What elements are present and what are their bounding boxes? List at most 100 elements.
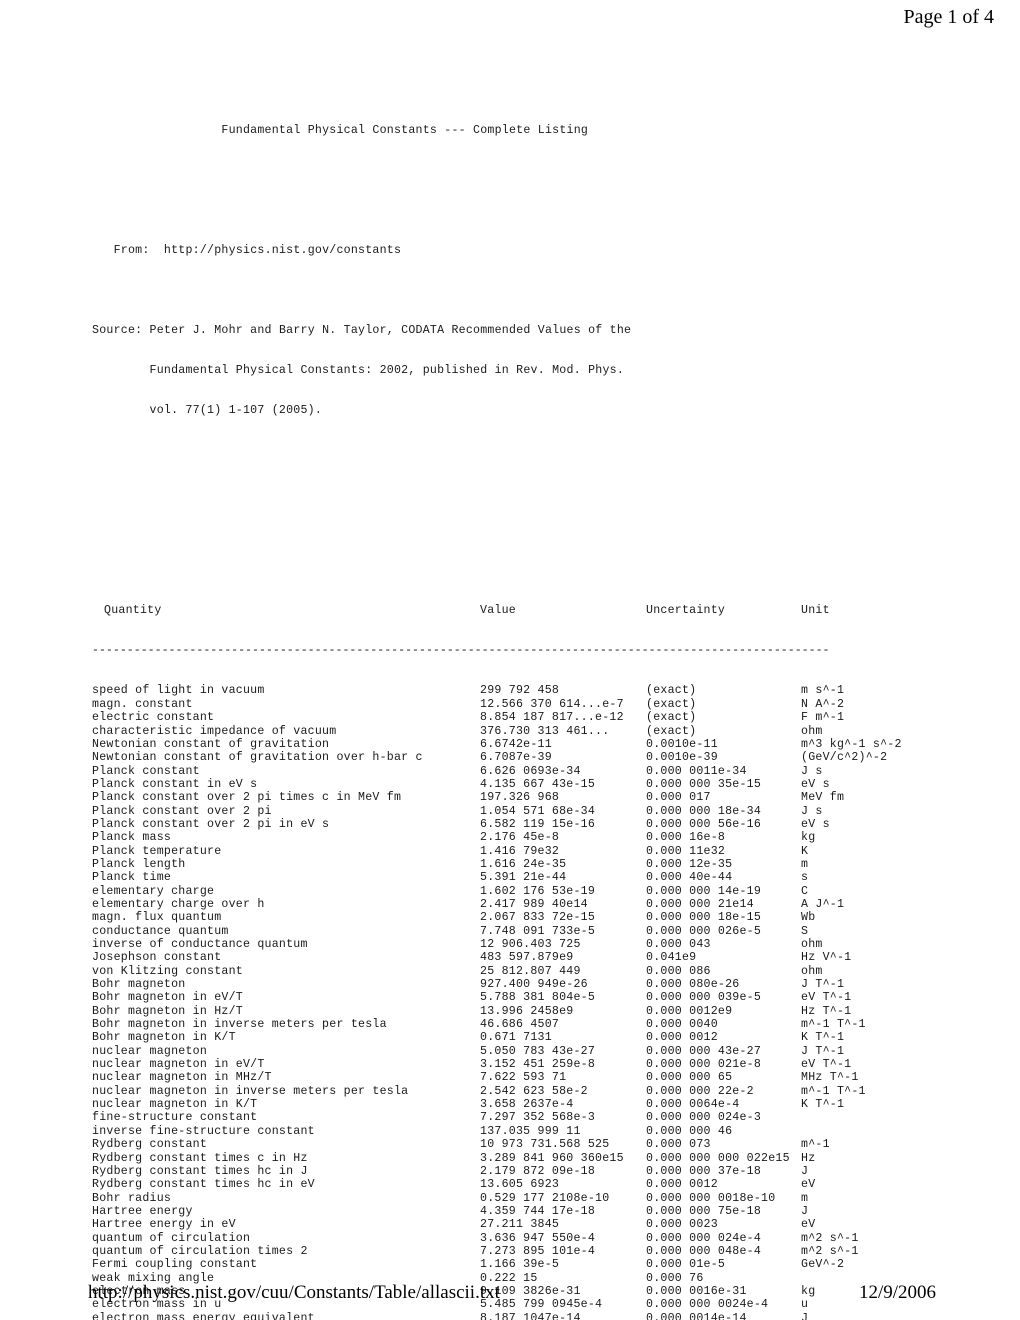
cell-unit: m^2 s^-1 [801,1231,859,1245]
table-row: Rydberg constant times hc in eV 13.605 69… [92,1178,992,1191]
cell-uncertainty: 0.000 000 18e-15 [646,911,762,925]
cell-value: 1.054 571 68e-34 [480,804,596,818]
cell-quantity: quantum of circulation times 2 [92,1244,308,1258]
cell-uncertainty: (exact) [646,684,697,698]
table-row: Rydberg constant 10 973 731.568 525 0.000 … [92,1138,992,1151]
table-row: Bohr magneton 927.400 949e-26 0.000 080e-2… [92,978,992,991]
cell-unit: eV [801,1178,816,1192]
table-row: Planck time 5.391 21e-44 0.000 40e-44 s [92,871,992,884]
cell-value: 12 906.403 725 [480,938,581,951]
table-row: quantum of circulation times 2 7.273 895 … [92,1245,992,1258]
from-url: http://physics.nist.gov/constants [163,244,402,258]
cell-value: 6.6742e-11 [480,737,552,751]
cell-quantity: Planck constant over 2 pi times c in MeV… [92,791,402,805]
cell-unit: Wb [801,911,816,925]
cell-unit: MHz T^-1 [801,1071,859,1085]
cell-quantity: Planck mass [92,831,172,845]
printed-page: Page 1 of 4 Fundamental Physical Constan… [0,0,1020,1320]
cell-uncertainty: 0.000 0011e-34 [646,764,747,778]
cell-unit: J T^-1 [801,1044,845,1058]
cell-unit: s [801,871,809,885]
cell-unit: (GeV/c^2)^-2 [801,751,888,765]
cell-unit: J s [801,804,823,818]
cell-unit: m^-1 T^-1 [801,1018,866,1032]
table-row: electron mass energy equivalent 8.187 104… [92,1312,992,1320]
cell-unit: m [801,1191,809,1205]
cell-unit: J s [801,764,823,778]
cell-value: 12.566 370 614...e-7 [480,697,624,711]
cell-uncertainty: 0.000 0014e-14 [646,1311,747,1320]
table-row: magn. constant 12.566 370 614...e-7 (exact… [92,698,992,711]
cell-unit: J T^-1 [801,978,845,992]
table-row: fine-structure constant 7.297 352 568e-3 0… [92,1111,992,1124]
cell-quantity: Planck constant over 2 pi in eV s [92,817,330,831]
source-line-3: vol. 77(1) 1-107 (2005). [149,404,323,418]
cell-unit: K T^-1 [801,1031,845,1045]
cell-quantity: Bohr magneton in Hz/T [92,1004,243,1018]
table-row: Planck temperature 1.416 79e32 0.000 11e32… [92,845,992,858]
cell-quantity: Rydberg constant times hc in J [92,1164,308,1178]
table-row: Planck mass 2.176 45e-8 0.000 16e-8 kg [92,831,992,844]
cell-unit: K [801,844,809,858]
cell-uncertainty: 0.000 0012e9 [646,1004,733,1018]
cell-unit: S [801,924,809,938]
table-rows: speed of light in vacuum 299 792 458 (exac… [92,684,992,1320]
cell-uncertainty: 0.000 000 039e-5 [646,991,762,1005]
column-header-value: Value [480,604,516,618]
cell-unit: GeV^-2 [801,1258,845,1272]
cell-quantity: nuclear magneton in K/T [92,1098,258,1112]
cell-quantity: Hartree energy in eV [92,1218,236,1232]
table-row: inverse fine-structure constant 137.035 9… [92,1125,992,1138]
cell-quantity: elementary charge [92,884,215,898]
cell-unit: ohm [801,938,823,951]
cell-quantity: electric constant [92,711,215,725]
source-line-2: Fundamental Physical Constants: 2002, pu… [149,364,625,378]
table-header-row: Quantity Value Uncertainty Unit [92,604,992,617]
cell-unit: ohm [801,724,823,738]
cell-quantity: Bohr magneton [92,978,186,992]
cell-quantity: nuclear magneton in eV/T [92,1058,265,1072]
cell-unit: m^-1 [801,1138,830,1152]
cell-unit: Hz [801,1151,816,1165]
cell-uncertainty: 0.000 043 [646,938,711,951]
cell-quantity: conductance quantum [92,924,229,938]
cell-quantity: von Klitzing constant [92,964,243,978]
cell-value: 137.035 999 11 [480,1124,581,1138]
cell-value: 13.605 6923 [480,1178,560,1192]
cell-uncertainty: 0.000 000 048e-4 [646,1244,762,1258]
table-row: speed of light in vacuum 299 792 458 (exac… [92,684,992,697]
table-row: nuclear magneton in MHz/T 7.622 593 71 0.0… [92,1071,992,1084]
from-line: From: http://physics.nist.gov/constants [92,244,992,257]
table-row: Newtonian constant of gravitation 6.6742e… [92,738,992,751]
cell-uncertainty: 0.000 000 021e-8 [646,1058,762,1072]
cell-uncertainty: 0.000 000 35e-15 [646,777,762,791]
cell-value: 25 812.807 449 [480,964,581,978]
cell-value: 0.671 7131 [480,1031,552,1045]
table-row: Bohr magneton in inverse meters per tesl… [92,1018,992,1031]
cell-uncertainty: 0.000 073 [646,1138,711,1152]
cell-uncertainty: 0.000 080e-26 [646,978,740,992]
table-row: elementary charge over h 2.417 989 40e14 0… [92,898,992,911]
cell-uncertainty: 0.000 086 [646,964,711,978]
cell-quantity: speed of light in vacuum [92,684,265,698]
cell-unit: K T^-1 [801,1098,845,1112]
cell-quantity: fine-structure constant [92,1111,258,1125]
cell-uncertainty: 0.000 000 024e-4 [646,1231,762,1245]
table-row: Fermi coupling constant 1.166 39e-5 0.000 … [92,1258,992,1271]
cell-uncertainty: 0.000 000 21e14 [646,897,754,911]
cell-value: 1.416 79e32 [480,844,560,858]
cell-quantity: Bohr magneton in inverse meters per tesl… [92,1018,387,1032]
cell-value: 3.152 451 259e-8 [480,1058,596,1072]
cell-uncertainty: 0.000 11e32 [646,844,726,858]
table-row: quantum of circulation 3.636 947 550e-4 0.… [92,1232,992,1245]
cell-value: 13.996 2458e9 [480,1004,574,1018]
cell-unit: m^2 s^-1 [801,1244,859,1258]
cell-unit: eV T^-1 [801,991,852,1005]
cell-value: 5.391 21e-44 [480,871,567,885]
table-row: Bohr magneton in Hz/T 13.996 2458e9 0.000 … [92,1005,992,1018]
cell-unit: kg [801,831,816,845]
cell-uncertainty: 0.000 000 0018e-10 [646,1191,776,1205]
cell-quantity: Planck constant over 2 pi [92,804,272,818]
cell-value: 1.616 24e-35 [480,857,567,871]
cell-value: 6.7087e-39 [480,751,552,765]
